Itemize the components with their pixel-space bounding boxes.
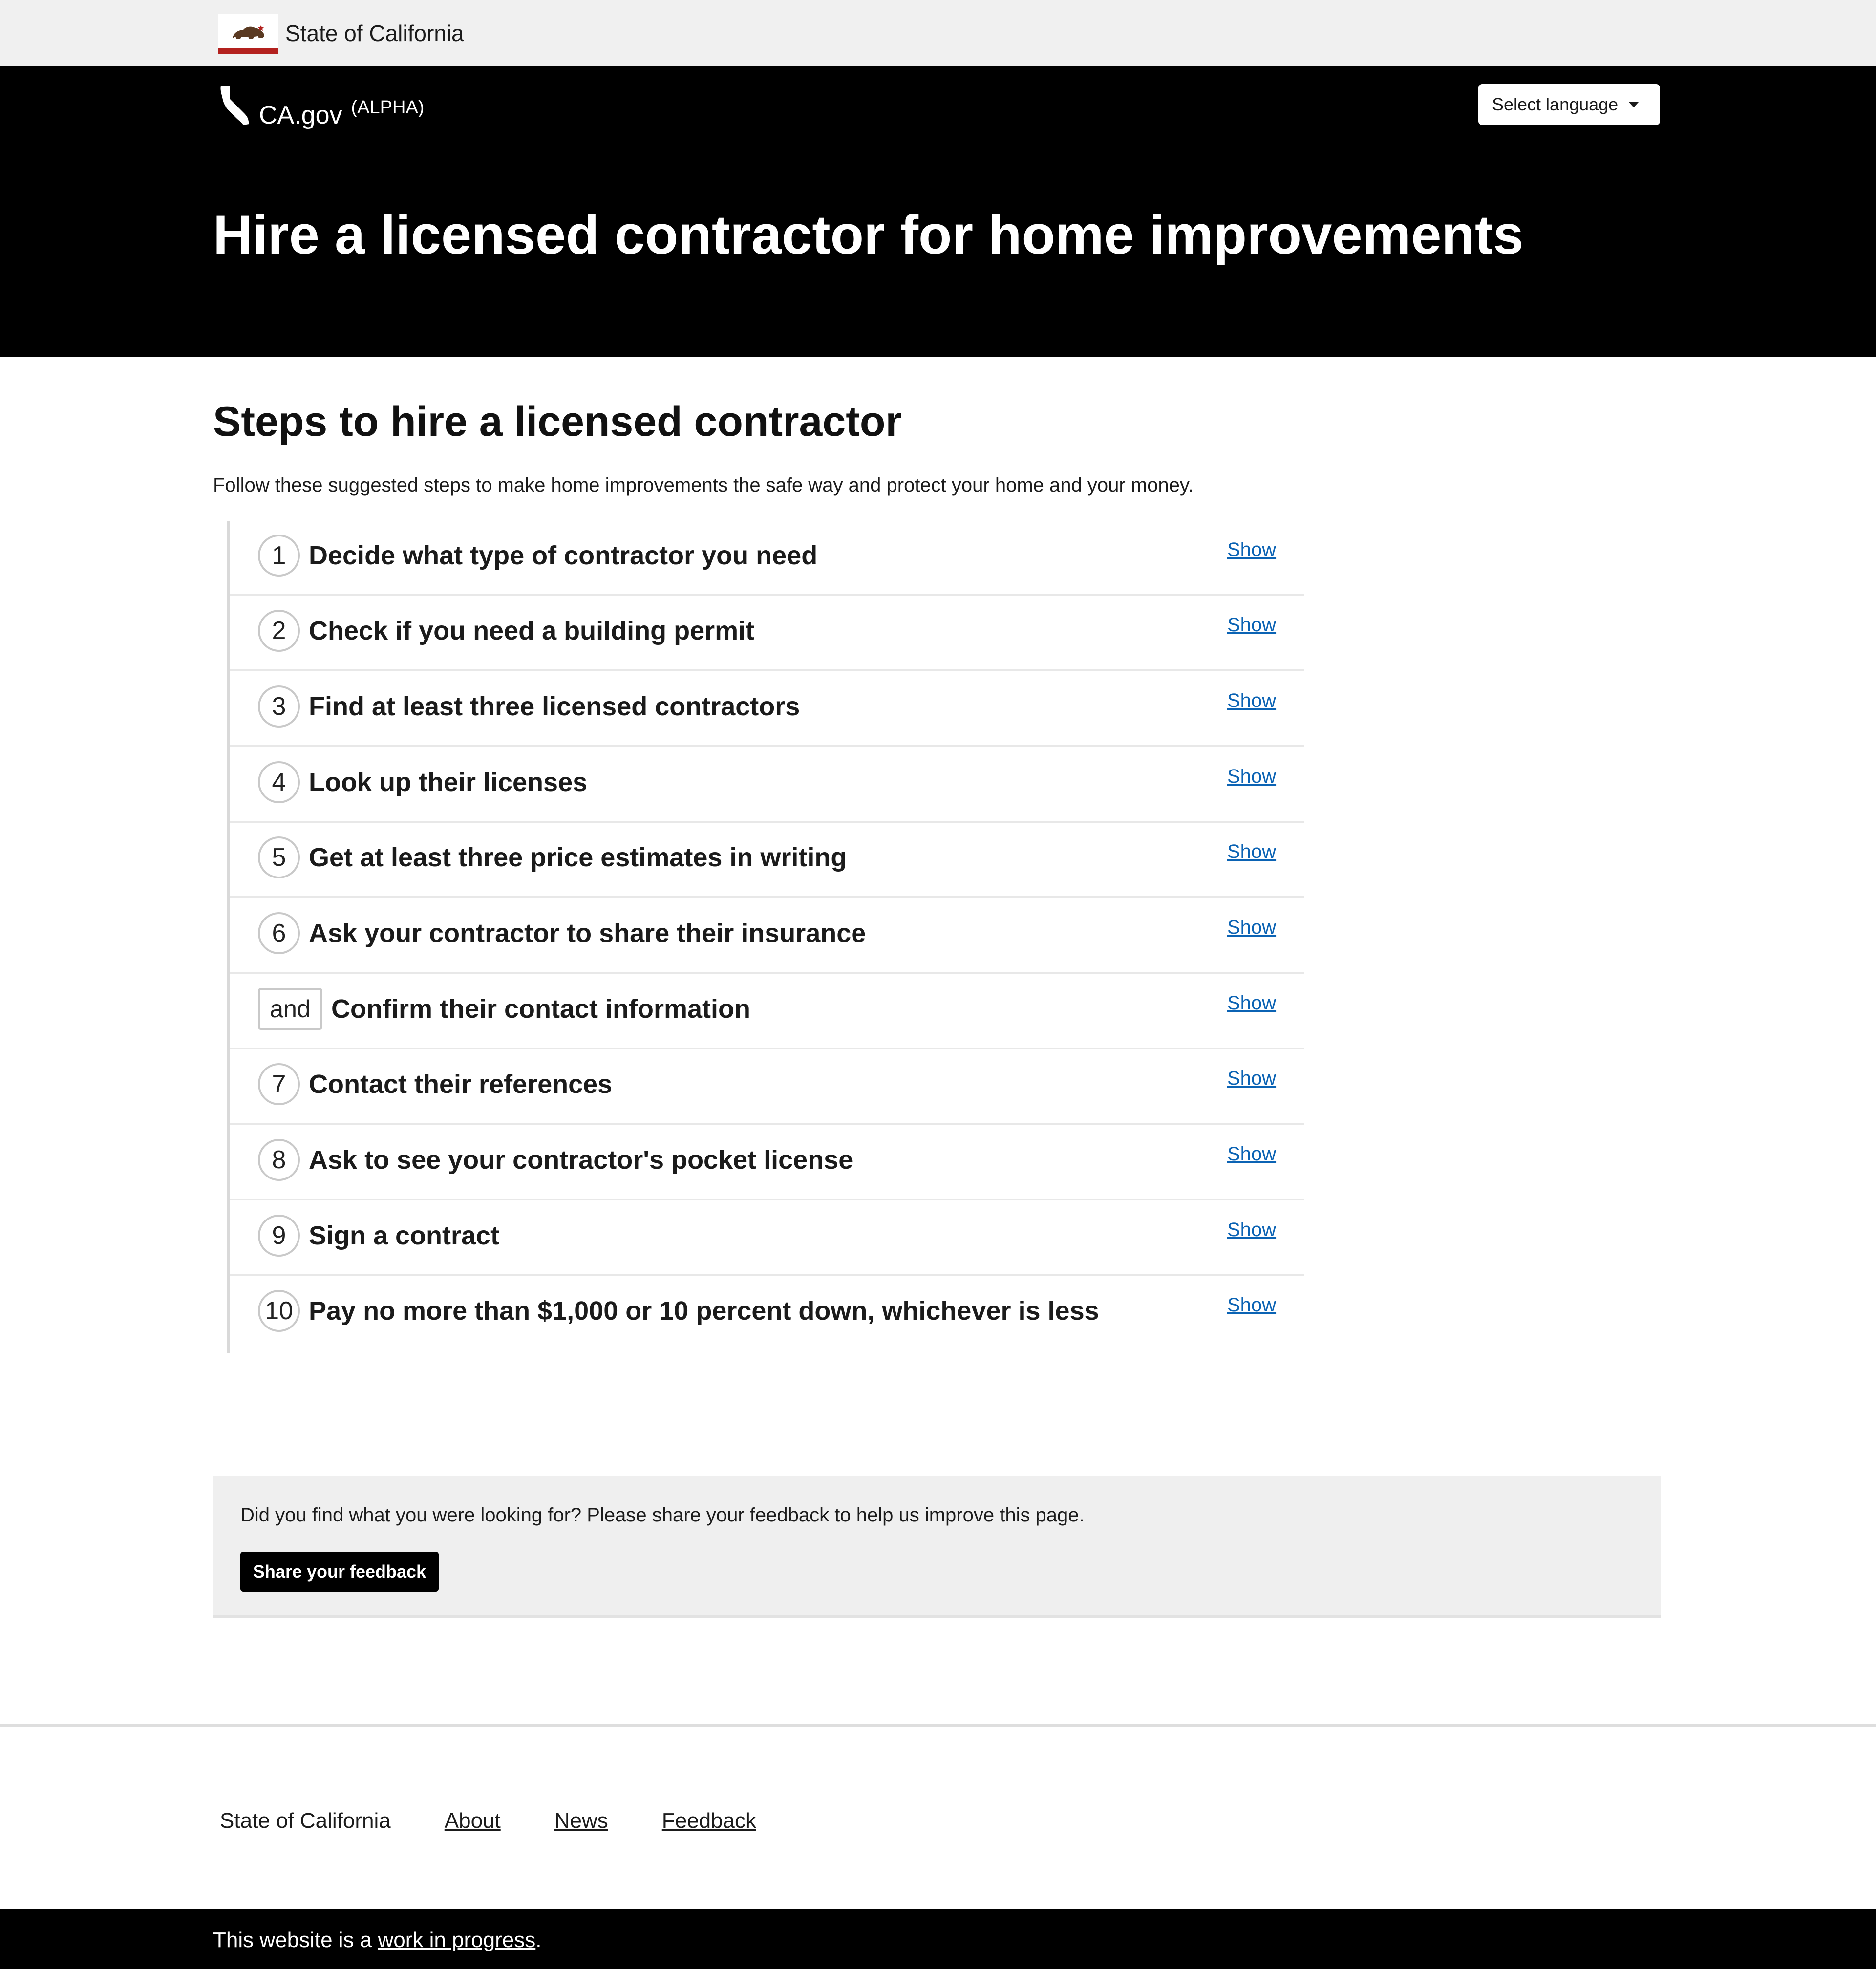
brand-name: CA.gov [259, 101, 342, 129]
step-number: 1 [258, 535, 300, 577]
bottom-bar: This website is a work in progress. [0, 1909, 1876, 1969]
show-link[interactable]: Show [1227, 1294, 1276, 1316]
show-link[interactable]: Show [1227, 1067, 1276, 1090]
utility-bar: State of California [0, 0, 1876, 66]
caret-down-icon [1629, 102, 1639, 107]
step-label: Decide what type of contractor you need [309, 541, 818, 570]
notice-prefix: This website is a [213, 1928, 378, 1952]
show-link[interactable]: Show [1227, 1143, 1276, 1165]
steps-list: 1 Decide what type of contractor you nee… [227, 521, 1304, 1353]
page-title: Hire a licensed contractor for home impr… [213, 204, 1524, 265]
step-item[interactable]: 5 Get at least three price estimates in … [230, 823, 1304, 898]
step-label: Get at least three price estimates in wr… [309, 843, 847, 872]
step-number: 5 [258, 836, 300, 878]
language-select-label: Select language [1492, 94, 1619, 114]
step-item[interactable]: 9 Sign a contract Show [230, 1201, 1304, 1276]
section-intro: Follow these suggested steps to make hom… [213, 474, 1194, 496]
step-label: Pay no more than $1,000 or 10 percent do… [309, 1296, 1099, 1326]
show-link[interactable]: Show [1227, 614, 1276, 636]
step-item[interactable]: 1 Decide what type of contractor you nee… [230, 521, 1304, 596]
step-item[interactable]: 7 Contact their references Show [230, 1049, 1304, 1125]
step-item[interactable]: 3 Find at least three licensed contracto… [230, 672, 1304, 747]
step-label: Contact their references [309, 1070, 613, 1099]
state-label[interactable]: State of California [285, 21, 464, 46]
step-item[interactable]: 2 Check if you need a building permit Sh… [230, 596, 1304, 671]
step-item[interactable]: and Confirm their contact information Sh… [230, 974, 1304, 1049]
step-label: Look up their licenses [309, 768, 588, 797]
step-number: 7 [258, 1063, 300, 1105]
footer-state-label[interactable]: State of California [220, 1808, 391, 1834]
step-number: 3 [258, 685, 300, 728]
show-link[interactable]: Show [1227, 765, 1276, 788]
step-item[interactable]: 6 Ask your contractor to share their ins… [230, 899, 1304, 974]
footer-link-about[interactable]: About [445, 1808, 501, 1834]
language-select[interactable]: Select language [1478, 84, 1660, 125]
footer-link-news[interactable]: News [554, 1808, 608, 1834]
step-label: Ask your contractor to share their insur… [309, 919, 866, 948]
show-link[interactable]: Show [1227, 916, 1276, 939]
step-label: Sign a contract [309, 1221, 500, 1250]
work-in-progress-notice: This website is a work in progress. [213, 1927, 541, 1953]
step-item[interactable]: 10 Pay no more than $1,000 or 10 percent… [230, 1276, 1304, 1351]
footer-nav: State of California About News Feedback [220, 1808, 810, 1834]
california-flag-icon [218, 14, 278, 54]
footer-link-feedback[interactable]: Feedback [662, 1808, 756, 1834]
step-item[interactable]: 4 Look up their licenses Show [230, 748, 1304, 823]
site-header: CA.gov (ALPHA) Select language Hire a li… [0, 66, 1876, 357]
step-number: 6 [258, 912, 300, 954]
step-label: Find at least three licensed contractors [309, 692, 800, 721]
step-number: 9 [258, 1215, 300, 1257]
feedback-panel: Did you find what you were looking for? … [213, 1476, 1661, 1618]
step-number: 2 [258, 610, 300, 652]
show-link[interactable]: Show [1227, 840, 1276, 863]
brand-alpha-tag: (ALPHA) [351, 97, 425, 118]
step-number: 4 [258, 761, 300, 803]
bear-icon [233, 25, 264, 39]
section-title: Steps to hire a licensed contractor [213, 398, 902, 445]
show-link[interactable]: Show [1227, 1219, 1276, 1241]
footer-divider [0, 1724, 1876, 1727]
step-item[interactable]: 8 Ask to see your contractor's pocket li… [230, 1125, 1304, 1200]
feedback-prompt: Did you find what you were looking for? … [240, 1504, 1085, 1526]
brand-logo[interactable]: CA.gov (ALPHA) [218, 84, 425, 129]
notice-suffix: . [535, 1928, 542, 1952]
step-label: Ask to see your contractor's pocket lice… [309, 1145, 853, 1175]
work-in-progress-link[interactable]: work in progress [378, 1928, 535, 1952]
step-number: 8 [258, 1139, 300, 1181]
step-number: 10 [258, 1290, 300, 1332]
show-link[interactable]: Show [1227, 992, 1276, 1014]
show-link[interactable]: Show [1227, 538, 1276, 561]
share-feedback-button[interactable]: Share your feedback [240, 1552, 439, 1592]
step-label: Check if you need a building permit [309, 616, 755, 645]
step-label: Confirm their contact information [331, 994, 751, 1024]
california-state-outline-icon [220, 86, 249, 125]
step-number: and [258, 988, 322, 1030]
show-link[interactable]: Show [1227, 689, 1276, 712]
